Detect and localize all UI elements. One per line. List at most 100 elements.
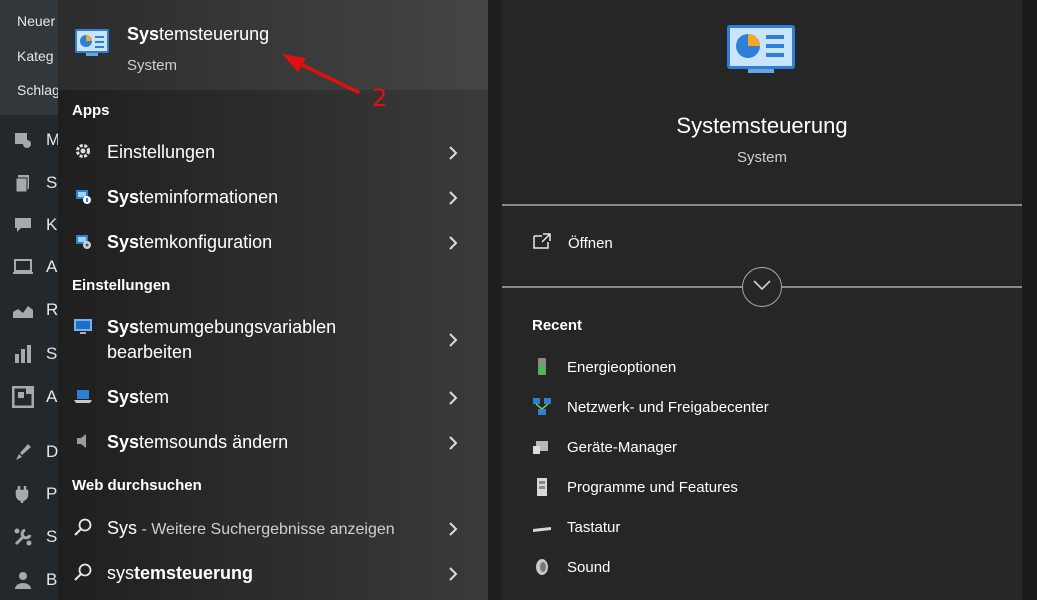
- chevron-right-icon[interactable]: [446, 234, 460, 252]
- wp-submenu-item[interactable]: Schlag: [17, 82, 60, 98]
- wp-menu-label: K: [46, 215, 58, 234]
- comment-icon: [12, 214, 34, 236]
- detail-subtitle: System: [736, 149, 787, 166]
- programs-icon: [532, 477, 552, 497]
- wp-menu-users[interactable]: B: [12, 568, 60, 592]
- result-umgebungsvariablen[interactable]: Systemumgebungsvariablen bearbeiten: [58, 314, 488, 366]
- monitor-icon: [72, 316, 94, 338]
- wp-submenu-item[interactable]: Neuer: [17, 13, 55, 29]
- wp-menu-label: P: [46, 484, 58, 503]
- wp-submenu-item[interactable]: Kateg: [17, 48, 54, 64]
- result-einstellungen[interactable]: Einstellungen: [58, 138, 488, 166]
- user-icon: [12, 569, 34, 591]
- wp-menu-label: A: [46, 257, 58, 276]
- wp-menu-label: A: [46, 387, 58, 406]
- result-label: Systeminformationen: [107, 187, 279, 207]
- wp-submenu: Neuer Kateg Schlag: [0, 0, 60, 115]
- chevron-right-icon[interactable]: [446, 520, 460, 538]
- line-chart-icon: [12, 299, 34, 321]
- wp-menu-analytics[interactable]: A: [12, 385, 60, 409]
- recent-item[interactable]: Energieoptionen: [532, 355, 676, 379]
- laptop-screen-icon: [12, 256, 34, 278]
- result-system[interactable]: System: [58, 383, 488, 411]
- wp-menu-label: S: [46, 527, 58, 546]
- wp-menu-media[interactable]: M: [12, 128, 60, 152]
- recent-item[interactable]: Sound: [532, 555, 610, 579]
- recent-item[interactable]: Programme und Features: [532, 475, 738, 499]
- open-label: Öffnen: [568, 234, 613, 252]
- control-panel-icon: [74, 28, 110, 58]
- best-match-subtitle: System: [127, 57, 178, 74]
- recent-item-label: Geräte-Manager: [567, 438, 678, 456]
- gear-icon: [72, 140, 94, 162]
- wp-menu-reports[interactable]: R: [12, 298, 60, 322]
- system-configuration-icon: [72, 230, 94, 252]
- wrench-icon: [12, 526, 34, 548]
- open-action[interactable]: Öffnen: [532, 231, 613, 255]
- brush-icon: [12, 441, 34, 463]
- search-icon: [72, 516, 94, 538]
- chevron-right-icon[interactable]: [446, 389, 460, 407]
- annotation-number: 2: [372, 84, 388, 112]
- wp-menu-label: R: [46, 300, 59, 319]
- wp-menu-stats[interactable]: S: [12, 342, 60, 366]
- battery-icon: [532, 357, 552, 377]
- section-einstellungen: Einstellungen: [72, 277, 171, 294]
- recent-item-label: Sound: [567, 558, 611, 576]
- result-systemsounds[interactable]: Systemsounds ändern: [58, 428, 488, 456]
- network-icon: [532, 397, 552, 417]
- wp-menu-design[interactable]: D: [12, 440, 60, 464]
- recent-item[interactable]: Tastatur: [532, 515, 620, 539]
- result-systeminformationen[interactable]: Systeminformationen: [58, 183, 488, 211]
- wp-menu-plugins[interactable]: P: [12, 482, 60, 506]
- laptop-icon: [72, 385, 94, 407]
- section-web: Web durchsuchen: [72, 477, 202, 494]
- control-panel-icon: [726, 24, 796, 74]
- wp-menu-tools[interactable]: S: [12, 525, 60, 549]
- pages-icon: [12, 172, 34, 194]
- result-label: systemsteuerung: [107, 563, 254, 583]
- best-match-title: Systemsteuerung: [127, 24, 270, 44]
- expand-button[interactable]: [742, 267, 782, 307]
- recent-item-label: Tastatur: [567, 518, 621, 536]
- recent-item-label: Programme und Features: [567, 478, 738, 496]
- chevron-down-icon: [752, 278, 772, 296]
- recent-item-label: Netzwerk- und Freigabecenter: [567, 398, 769, 416]
- sound-icon: [532, 557, 552, 577]
- recent-item-label: Energieoptionen: [567, 358, 677, 376]
- grid-square-icon: [12, 386, 34, 408]
- wp-menu-appearance[interactable]: A: [12, 255, 60, 279]
- web-result-more[interactable]: Sys - Weitere Suchergebnisse anzeigen: [58, 514, 488, 542]
- wp-menu-pages[interactable]: S: [12, 171, 60, 195]
- chevron-right-icon[interactable]: [446, 434, 460, 452]
- speaker-icon: [72, 430, 94, 452]
- system-information-icon: [72, 185, 94, 207]
- web-result-systemsteuerung[interactable]: systemsteuerung: [58, 559, 488, 587]
- chevron-right-icon[interactable]: [446, 331, 460, 349]
- result-label: System: [107, 387, 170, 407]
- result-label: Einstellungen: [107, 142, 216, 162]
- open-external-icon: [532, 232, 552, 255]
- detail-title: Systemsteuerung: [676, 113, 848, 138]
- best-match-item[interactable]: Systemsteuerung System: [58, 0, 488, 90]
- device-manager-icon: [532, 437, 552, 457]
- keyboard-icon: [532, 517, 552, 537]
- wp-menu-label: S: [46, 173, 58, 192]
- search-icon: [72, 561, 94, 583]
- chevron-right-icon[interactable]: [446, 189, 460, 207]
- recent-item[interactable]: Netzwerk- und Freigabecenter: [532, 395, 769, 419]
- section-apps: Apps: [72, 102, 110, 119]
- chevron-right-icon[interactable]: [446, 565, 460, 583]
- media-icon: [12, 129, 34, 151]
- chevron-right-icon[interactable]: [446, 144, 460, 162]
- recent-item[interactable]: Geräte-Manager: [532, 435, 677, 459]
- recent-heading: Recent: [532, 317, 583, 334]
- detail-pane: Systemsteuerung System Öffnen Recent Ene…: [502, 0, 1022, 600]
- search-results-pane: Systemsteuerung System Apps Einstellunge…: [58, 0, 488, 600]
- result-systemkonfiguration[interactable]: Systemkonfiguration: [58, 228, 488, 256]
- result-label: Systemsounds ändern: [107, 432, 289, 452]
- wp-menu-comments[interactable]: K: [12, 213, 60, 237]
- plug-icon: [12, 483, 34, 505]
- result-label: Sys - Weitere Suchergebnisse anzeigen: [107, 518, 395, 538]
- window-edge: [1022, 0, 1037, 600]
